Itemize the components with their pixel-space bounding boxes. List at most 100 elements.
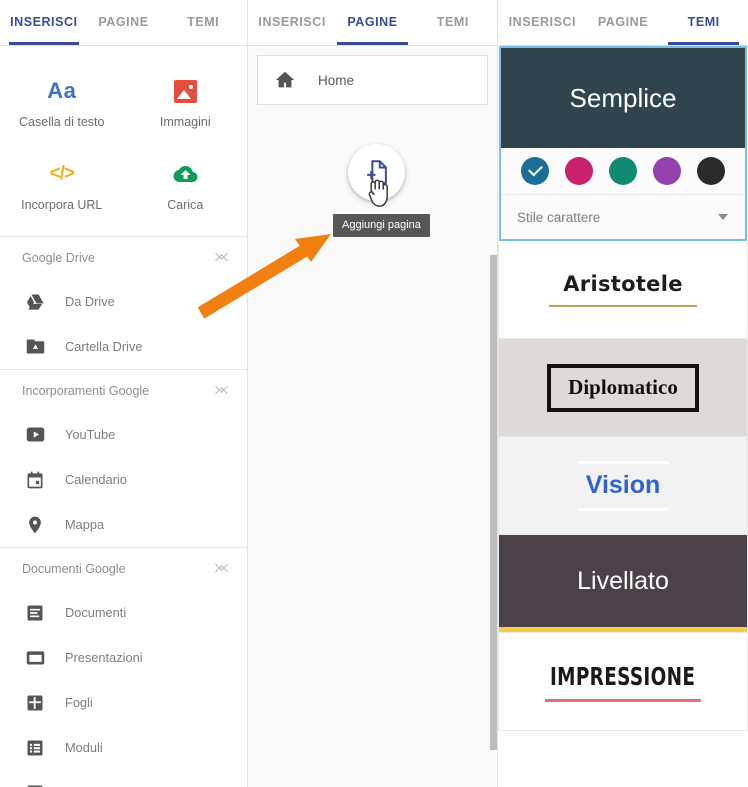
theme-card-livellato[interactable]: Livellato	[498, 535, 748, 633]
add-page-button[interactable]	[348, 144, 405, 201]
group-header-incorporamenti-google[interactable]: Incorporamenti Google	[0, 370, 247, 412]
chevron-collapse-icon[interactable]	[215, 561, 229, 577]
cloud-upload-icon	[124, 159, 248, 189]
insert-item-label: Immagini	[159, 115, 211, 129]
themes-panel: INSERISCI PAGINE TEMI Semplice Stile car…	[498, 0, 748, 787]
sidebar-item-fogli[interactable]: Fogli	[0, 680, 247, 725]
pages-panel: INSERISCI PAGINE TEMI Home Aggiungi pagi…	[248, 0, 498, 787]
themes-panel-tabbar: INSERISCI PAGINE TEMI	[498, 0, 748, 46]
insert-item-text-box[interactable]: Aa Casella di testo	[0, 62, 124, 145]
breadcrumb-label: Home	[318, 72, 355, 88]
tab-pagine[interactable]: PAGINE	[84, 0, 164, 45]
group-header-google-drive[interactable]: Google Drive	[0, 237, 247, 279]
theme-hero-semplice: Semplice	[501, 48, 745, 148]
insert-item-label: Incorpora URL	[21, 198, 103, 212]
insert-item-label: Carica	[167, 198, 204, 212]
app-root: INSERISCI PAGINE TEMI Aa Casella di test…	[0, 0, 748, 787]
theme-name: Semplice	[569, 82, 677, 113]
sidebar-item-moduli[interactable]: Moduli	[0, 725, 247, 770]
group-title: Google Drive	[22, 251, 95, 265]
sidebar-item-cartella-drive[interactable]: Cartella Drive	[0, 324, 247, 369]
docs-icon	[24, 602, 46, 624]
youtube-icon	[24, 424, 46, 446]
tab-temi[interactable]: TEMI	[413, 0, 493, 45]
pages-panel-tabbar: INSERISCI PAGINE TEMI	[248, 0, 497, 46]
sidebar-item-label: Presentazioni	[65, 650, 143, 665]
sidebar-item-label: Fogli	[65, 695, 93, 710]
insert-item-images[interactable]: Immagini	[124, 62, 248, 145]
slides-icon	[24, 647, 46, 669]
pages-scrollbar-thumb[interactable]	[490, 255, 497, 750]
map-pin-icon	[24, 514, 46, 536]
sidebar-item-label: YouTube	[65, 427, 116, 442]
insert-item-embed-url[interactable]: </> Incorpora URL	[0, 145, 124, 228]
chevron-collapse-icon[interactable]	[215, 250, 229, 266]
theme-accent-rule	[544, 698, 702, 702]
insert-panel: INSERISCI PAGINE TEMI Aa Casella di test…	[0, 0, 248, 787]
sidebar-item-documenti[interactable]: Documenti	[0, 590, 247, 635]
tab-pagine[interactable]: PAGINE	[583, 0, 664, 45]
sidebar-item-da-drive[interactable]: Da Drive	[0, 279, 247, 324]
theme-name: Livellato	[577, 566, 669, 595]
theme-name: Aristotele	[563, 272, 683, 296]
swatch-purple[interactable]	[653, 157, 681, 185]
insert-item-upload[interactable]: Carica	[124, 145, 248, 228]
sidebar-item-youtube[interactable]: YouTube	[0, 412, 247, 457]
theme-name: Vision	[585, 470, 661, 499]
tab-temi[interactable]: TEMI	[163, 0, 243, 45]
group-title: Documenti Google	[22, 562, 126, 576]
tab-inserisci[interactable]: INSERISCI	[502, 0, 583, 45]
theme-card-impressione[interactable]: IMPRESSIONE	[498, 633, 748, 731]
sidebar-item-mappa[interactable]: Mappa	[0, 502, 247, 547]
text-box-icon: Aa	[47, 78, 77, 103]
sheets-icon	[24, 692, 46, 714]
forms-icon	[24, 737, 46, 759]
home-icon	[274, 69, 296, 91]
drive-folder-icon	[24, 336, 46, 358]
theme-preview-livellato: Livellato	[499, 535, 747, 632]
theme-name: Diplomatico	[568, 374, 678, 399]
sidebar-item-label: Cartella Drive	[65, 339, 143, 354]
tab-inserisci[interactable]: INSERISCI	[252, 0, 332, 45]
theme-card-semplice[interactable]: Semplice Stile carattere	[499, 46, 747, 241]
image-icon	[124, 76, 248, 106]
theme-card-diplomatico[interactable]: Diplomatico	[498, 339, 748, 437]
font-style-label: Stile carattere	[517, 209, 601, 225]
theme-name-frame: Diplomatico	[547, 363, 699, 412]
swatch-blue-selected[interactable]	[521, 157, 549, 185]
tab-temi[interactable]: TEMI	[663, 0, 744, 45]
swatch-pink[interactable]	[565, 157, 593, 185]
group-header-documenti-google[interactable]: Documenti Google	[0, 548, 247, 590]
tab-inserisci[interactable]: INSERISCI	[4, 0, 84, 45]
insert-item-label: Casella di testo	[19, 115, 105, 129]
sidebar-item-label: Documenti	[65, 605, 127, 620]
theme-preview-vision: Vision	[499, 437, 747, 534]
chevron-down-icon[interactable]	[718, 214, 728, 220]
font-style-select[interactable]: Stile carattere	[501, 195, 745, 239]
chevron-collapse-icon[interactable]	[215, 383, 229, 399]
group-title: Incorporamenti Google	[22, 384, 150, 398]
sidebar-item-grafici[interactable]: Grafici	[0, 770, 247, 787]
embed-url-icon: </>	[49, 163, 76, 184]
insert-items-grid: Aa Casella di testo Immagini </> Incorpo…	[0, 46, 247, 236]
sidebar-item-presentazioni[interactable]: Presentazioni	[0, 635, 247, 680]
theme-card-aristotele[interactable]: Aristotele	[498, 241, 748, 339]
calendar-icon	[24, 469, 46, 491]
theme-accent-rule	[548, 305, 698, 307]
sidebar-item-calendario[interactable]: Calendario	[0, 457, 247, 502]
theme-preview-impressione: IMPRESSIONE	[499, 633, 747, 730]
breadcrumb-home[interactable]: Home	[257, 55, 488, 105]
google-drive-icon	[24, 291, 46, 313]
theme-card-vision[interactable]: Vision	[498, 437, 748, 535]
add-page-tooltip: Aggiungi pagina	[333, 214, 430, 237]
sidebar-item-label: Mappa	[65, 517, 105, 532]
tab-pagine[interactable]: PAGINE	[332, 0, 412, 45]
theme-preview-aristotele: Aristotele	[499, 241, 747, 338]
sidebar-item-label: Moduli	[65, 740, 103, 755]
theme-name: IMPRESSIONE	[550, 661, 696, 691]
theme-accent-rule-bottom	[578, 507, 668, 511]
sidebar-item-label: Calendario	[65, 472, 127, 487]
add-page-icon	[367, 160, 387, 185]
swatch-black[interactable]	[697, 157, 725, 185]
swatch-teal[interactable]	[609, 157, 637, 185]
